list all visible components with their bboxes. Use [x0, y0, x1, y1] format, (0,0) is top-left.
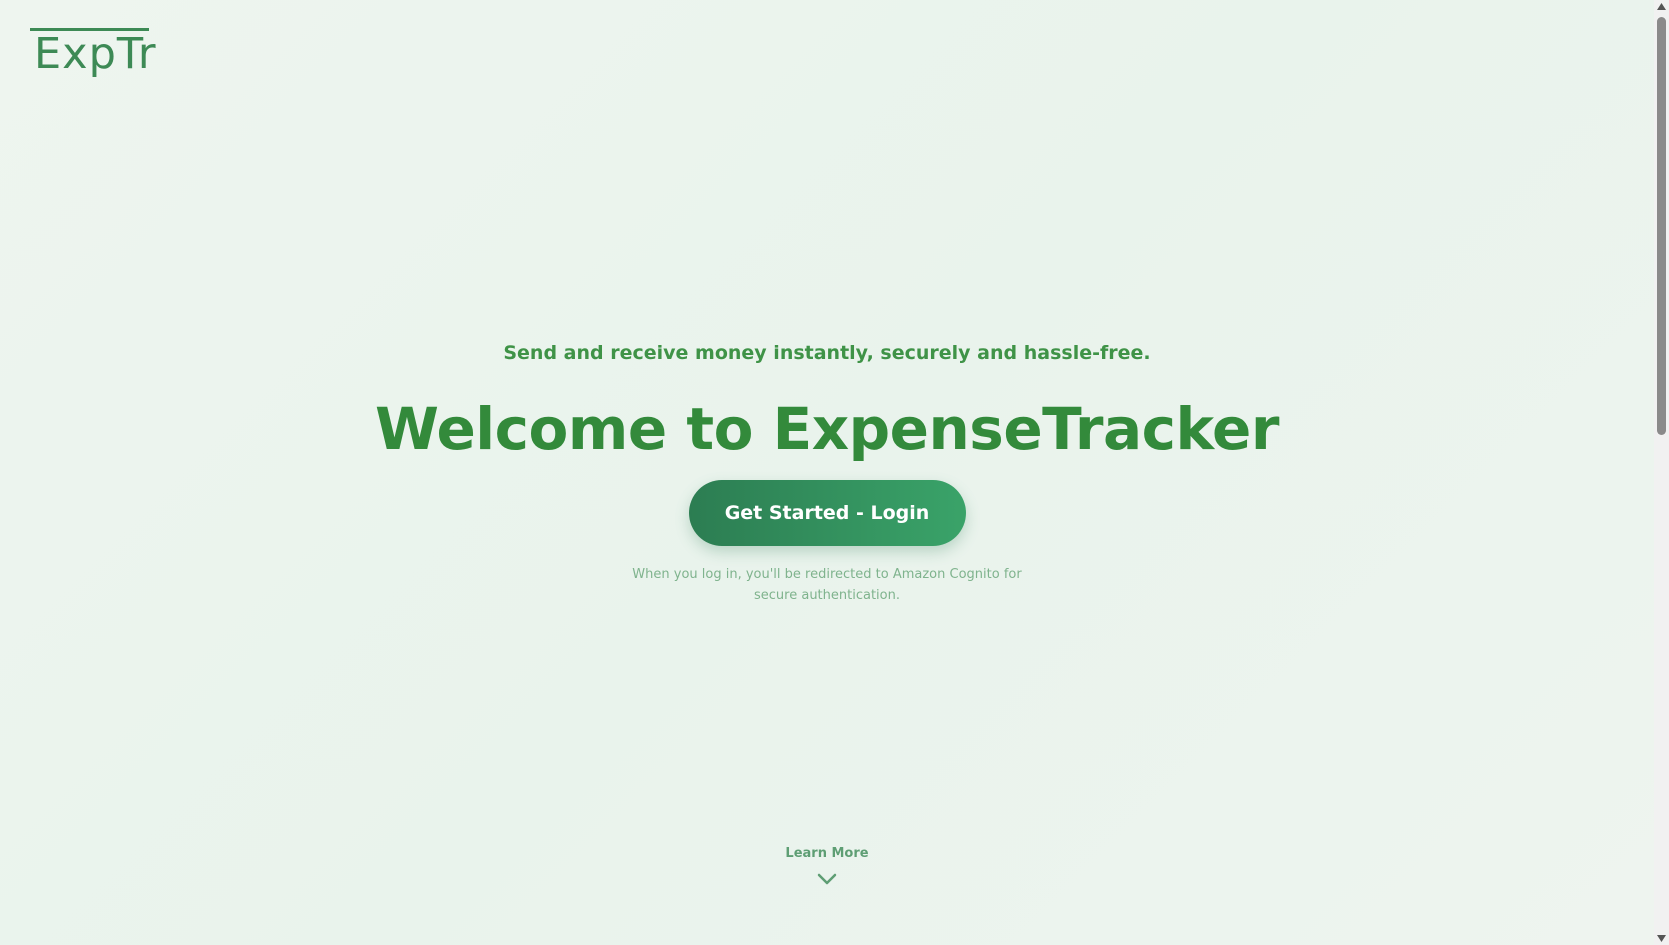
scroll-thumb[interactable] — [1657, 17, 1666, 435]
chevron-down-icon[interactable] — [815, 870, 839, 888]
logo-text: ExpTr — [34, 29, 157, 79]
learn-more-label: Learn More — [785, 846, 869, 861]
get-started-login-button[interactable]: Get Started - Login — [688, 480, 966, 546]
scroll-up-arrow-icon[interactable] — [1654, 0, 1669, 14]
page-title: Welcome to ExpenseTracker — [375, 395, 1279, 463]
logo[interactable]: ExpTr — [30, 28, 156, 79]
scroll-down-arrow-icon[interactable] — [1654, 931, 1669, 945]
login-note: When you log in, you'll be redirected to… — [632, 567, 1022, 603]
learn-more-link[interactable]: Learn More — [0, 844, 1654, 888]
landing-page: ExpTr Send and receive money instantly, … — [0, 0, 1654, 945]
hero-section: Send and receive money instantly, secure… — [0, 338, 1654, 606]
tagline: Send and receive money instantly, secure… — [503, 342, 1151, 364]
vertical-scrollbar[interactable] — [1654, 0, 1669, 945]
